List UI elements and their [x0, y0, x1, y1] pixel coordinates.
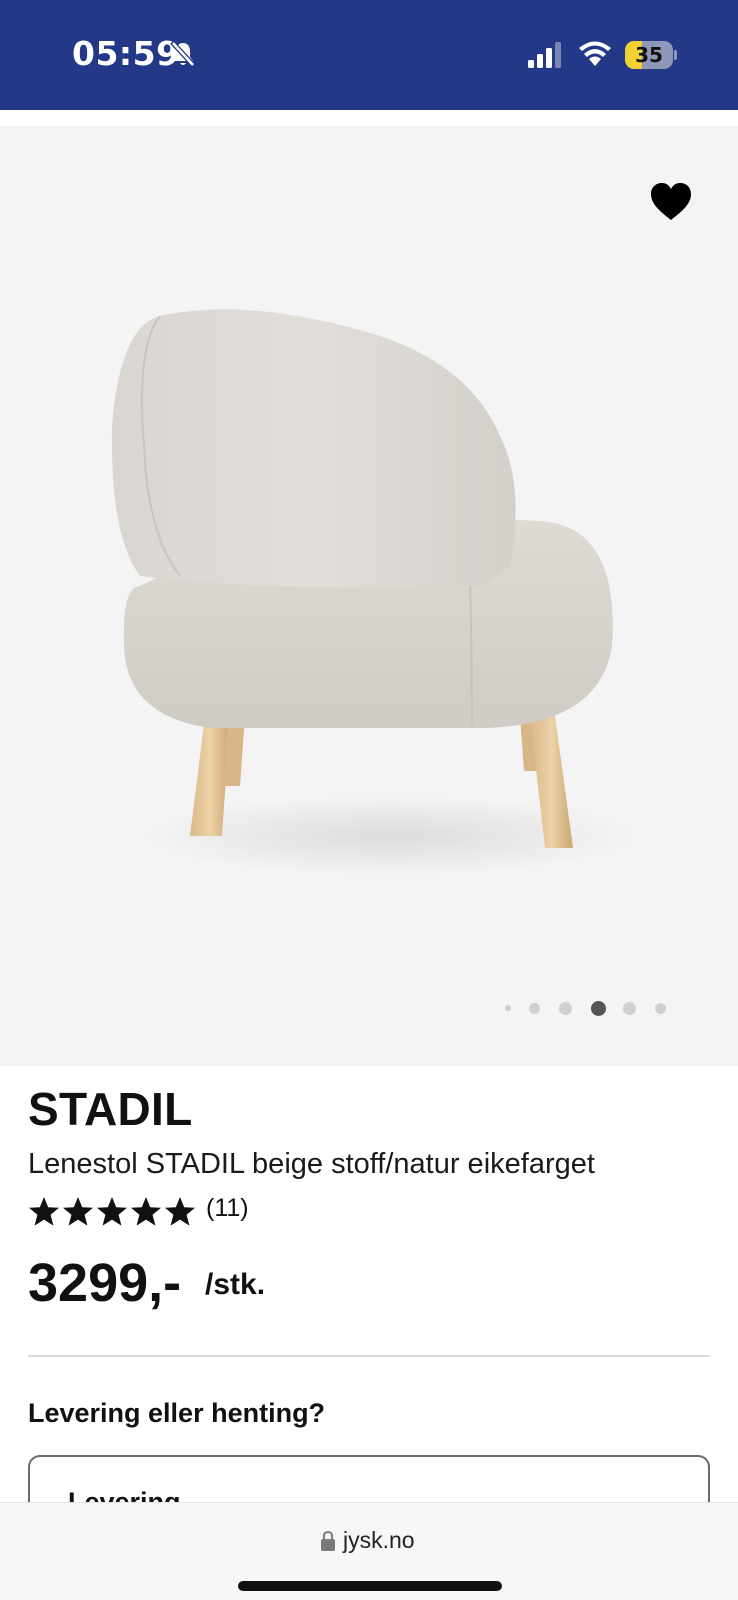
home-indicator[interactable] — [238, 1581, 502, 1591]
rating-stars[interactable] — [28, 1196, 198, 1230]
star-icon — [97, 1197, 127, 1226]
star-icon — [131, 1197, 161, 1226]
slide-dot-4[interactable] — [591, 1000, 606, 1016]
product-price: 3299,- — [28, 1253, 182, 1313]
bell-muted-icon — [170, 40, 196, 68]
slide-dot-2[interactable] — [529, 1002, 540, 1014]
star-icon — [63, 1197, 93, 1226]
slide-dot-1[interactable] — [505, 1005, 511, 1011]
review-count[interactable]: (11) — [206, 1194, 249, 1223]
slide-dot-6[interactable] — [655, 1002, 666, 1014]
slide-indicator[interactable] — [505, 996, 705, 1020]
url-text[interactable]: jysk.no — [343, 1527, 415, 1554]
battery-level-text: 35 — [635, 43, 663, 67]
delivery-heading: Levering eller henting? — [28, 1398, 326, 1428]
product-image-gallery[interactable] — [0, 126, 738, 1066]
product-image-chair — [111, 309, 640, 876]
cellular-signal-icon — [528, 42, 561, 68]
product-brand: STADIL — [28, 1083, 193, 1135]
divider — [28, 1355, 710, 1357]
slide-dot-5[interactable] — [623, 1001, 636, 1015]
star-icon — [165, 1197, 195, 1226]
product-description: Lenestol STADIL beige stoff/natur eikefa… — [28, 1148, 595, 1180]
heart-icon[interactable] — [650, 182, 692, 222]
star-icon — [29, 1197, 59, 1226]
slide-dot-3[interactable] — [559, 1001, 572, 1015]
status-bar: 05:59 35 — [0, 0, 738, 110]
wifi-icon — [579, 41, 611, 66]
browser-address-bar[interactable]: jysk.no — [0, 1502, 738, 1600]
price-unit: /stk. — [205, 1268, 266, 1301]
lock-icon — [321, 1531, 335, 1551]
battery-icon: 35 — [625, 41, 677, 69]
status-time: 05:59 — [72, 34, 180, 73]
